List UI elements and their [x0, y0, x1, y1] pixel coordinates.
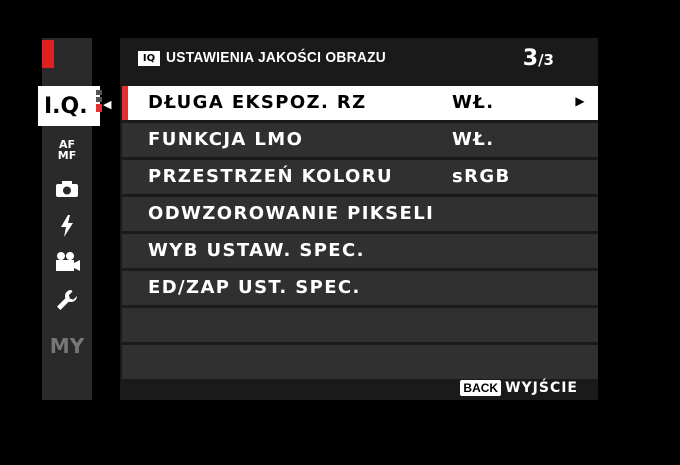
- menu-row-pixel-mapping[interactable]: ODWZOROWANIE PIKSELI: [122, 197, 598, 231]
- mf-label: MF: [57, 149, 77, 162]
- tab-my-menu[interactable]: MY: [42, 330, 92, 362]
- footer-back-hint[interactable]: BACK WYJŚCIE: [460, 380, 578, 396]
- category-sidebar: I.Q. ◀ AF MF MY: [38, 38, 111, 400]
- menu-row-value: sRGB: [452, 166, 511, 187]
- page-total: /3: [538, 51, 554, 69]
- movie-camera-icon: [56, 252, 80, 271]
- menu-row-label: FUNKCJA LMO: [148, 129, 304, 150]
- tab-af-mf[interactable]: AF MF: [42, 134, 92, 166]
- tab-movie[interactable]: [42, 246, 92, 278]
- menu-row-label: DŁUGA EKSPOZ. RZ: [148, 92, 367, 113]
- menu-row-label: ODWZOROWANIE PIKSELI: [148, 203, 435, 224]
- exit-label: WYJŚCIE: [505, 380, 578, 396]
- submenu-scroll-indicator: [96, 90, 102, 120]
- menu-row-value: WŁ.: [452, 129, 495, 150]
- tab-image-quality-label: I.Q.: [44, 93, 88, 119]
- iq-badge-icon: IQ: [138, 51, 160, 66]
- active-category-marker: [42, 40, 54, 68]
- menu-row-color-space[interactable]: PRZESTRZEŃ KOLORU sRGB: [122, 160, 598, 194]
- page-current: 3: [522, 46, 539, 71]
- selected-tab-arrow-icon: ◀: [103, 98, 112, 111]
- menu-row-edit-save-custom-setting[interactable]: ED/ZAP UST. SPEC.: [122, 271, 598, 305]
- tab-image-quality[interactable]: I.Q.: [38, 86, 100, 126]
- chevron-right-icon: ▶: [575, 94, 586, 108]
- menu-row-value: WŁ.: [452, 92, 495, 113]
- back-button-icon: BACK: [460, 380, 502, 396]
- flash-icon: [61, 215, 73, 237]
- menu-row-label: WYB USTAW. SPEC.: [148, 240, 365, 261]
- menu-row-long-exposure-nr[interactable]: DŁUGA EKSPOZ. RZ WŁ. ▶: [122, 86, 598, 120]
- menu-row-label: PRZESTRZEŃ KOLORU: [148, 166, 394, 187]
- wrench-icon: [57, 289, 78, 310]
- page-title: USTAWIENIA JAKOŚCI OBRAZU: [166, 49, 387, 66]
- menu-row-label: ED/ZAP UST. SPEC.: [148, 277, 361, 298]
- menu-header: IQ USTAWIENIA JAKOŚCI OBRAZU 3/3: [120, 38, 598, 82]
- tab-shooting[interactable]: [42, 174, 92, 204]
- tab-setup[interactable]: [42, 284, 92, 316]
- menu-row-select-custom-setting[interactable]: WYB USTAW. SPEC.: [122, 234, 598, 268]
- page-indicator: 3/3: [523, 46, 554, 71]
- menu-row-empty: [122, 345, 598, 379]
- menu-list: DŁUGA EKSPOZ. RZ WŁ. ▶ FUNKCJA LMO WŁ. P…: [122, 86, 598, 382]
- tab-flash[interactable]: [42, 210, 92, 242]
- menu-panel: IQ USTAWIENIA JAKOŚCI OBRAZU 3/3 DŁUGA E…: [120, 38, 598, 400]
- camera-icon: [56, 181, 78, 197]
- menu-row-lmo[interactable]: FUNKCJA LMO WŁ.: [122, 123, 598, 157]
- menu-row-empty: [122, 308, 598, 342]
- tab-my-menu-label: MY: [49, 334, 85, 358]
